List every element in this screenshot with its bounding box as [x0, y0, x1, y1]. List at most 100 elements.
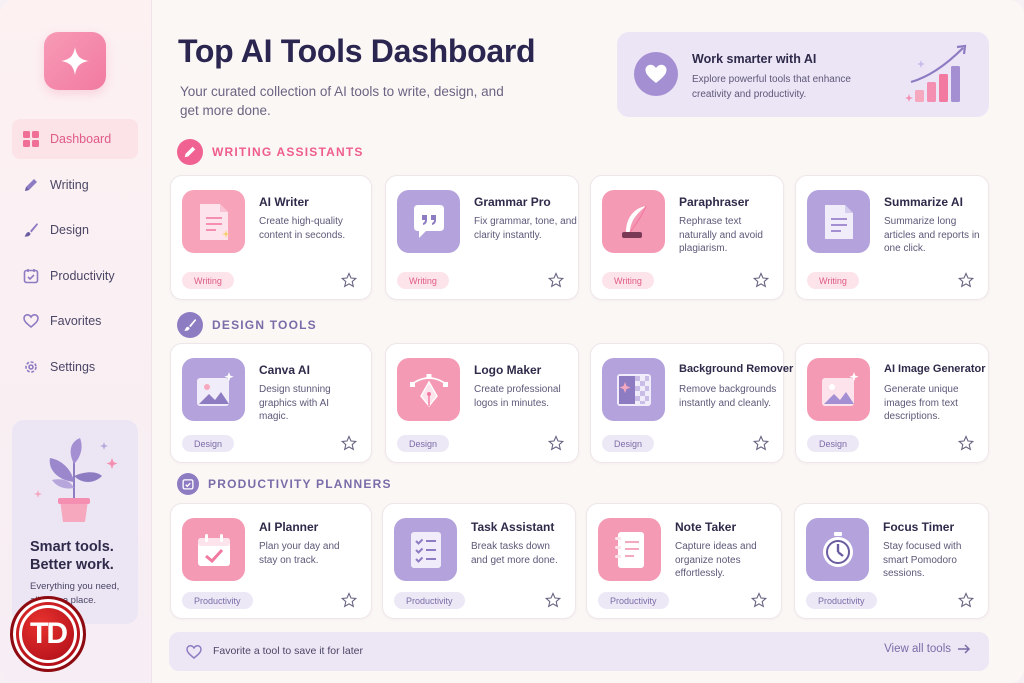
section-header-productivity: PRODUCTIVITY PLANNERS: [177, 473, 392, 495]
calendar-check-icon: [22, 267, 40, 285]
star-icon[interactable]: [753, 435, 769, 451]
sidebar-nav: Dashboard Writing Design Productivity Fa…: [12, 119, 138, 392]
star-icon[interactable]: [548, 272, 564, 288]
card-title: Grammar Pro: [474, 195, 551, 209]
calendar-check-icon: [177, 473, 199, 495]
category-tag: Productivity: [394, 592, 465, 609]
star-icon[interactable]: [341, 272, 357, 288]
hero-subtitle: Explore powerful tools that enhance crea…: [692, 74, 851, 100]
star-icon[interactable]: [958, 435, 974, 451]
promo-card: Smart tools. Better work. Everything you…: [12, 420, 138, 624]
summary-doc-icon: [807, 190, 870, 253]
card-description: Summarize long articles and reports in o…: [884, 216, 980, 254]
card-description: Create high-quality content in seconds.: [259, 216, 346, 241]
card-description: Fix grammar, tone, and clarity instantly…: [474, 216, 577, 241]
grid-icon: [22, 130, 40, 148]
star-icon[interactable]: [751, 592, 767, 608]
sidebar-item-label: Writing: [50, 177, 89, 192]
tool-card-logo-maker[interactable]: Logo Maker Create professional logos in …: [385, 343, 579, 463]
tool-card-paraphraser[interactable]: Paraphraser Rephrase text naturally and …: [590, 175, 784, 300]
notebook-icon: [598, 518, 661, 581]
tool-card-task-assistant[interactable]: Task Assistant Break tasks down and get …: [382, 503, 576, 619]
card-description: Generate unique images from text descrip…: [884, 384, 959, 422]
card-title: Focus Timer: [883, 520, 955, 534]
sidebar-item-settings[interactable]: Settings: [12, 347, 138, 387]
card-description: Capture ideas and organize notes effortl…: [675, 541, 757, 579]
card-description: Design stunning graphics with AI magic.: [259, 384, 331, 422]
category-tag: Design: [182, 435, 235, 452]
star-icon[interactable]: [545, 592, 561, 608]
card-title: AI Image Generator: [884, 363, 986, 375]
section-label: DESIGN TOOLS: [212, 318, 317, 332]
tool-card-ai-planner[interactable]: AI Planner Plan your day and stay on tra…: [170, 503, 372, 619]
card-title: Summarize AI: [884, 195, 963, 209]
brush-icon: [22, 221, 40, 239]
tool-card-canva-ai[interactable]: Canva AI Design stunning graphics with A…: [170, 343, 372, 463]
brush-icon: [177, 312, 203, 338]
star-icon[interactable]: [958, 272, 974, 288]
hero-banner: Work smarter with AI Explore powerful to…: [617, 32, 989, 117]
heart-icon: [22, 312, 40, 330]
image-sparkle-icon: [182, 358, 245, 421]
card-description: Plan your day and stay on track.: [259, 541, 340, 566]
view-all-label: View all tools: [884, 643, 951, 655]
sidebar-item-label: Favorites: [50, 314, 102, 328]
category-tag: Design: [397, 435, 450, 452]
app-logo[interactable]: [44, 32, 106, 90]
sidebar-item-label: Productivity: [50, 268, 115, 283]
heart-icon: [634, 52, 678, 96]
gear-icon: [22, 358, 40, 376]
page-title: Top AI Tools Dashboard: [178, 33, 536, 69]
quote-icon: [397, 190, 460, 253]
sparkle-icon: [61, 47, 89, 75]
star-icon[interactable]: [341, 592, 357, 608]
hero-title: Work smarter with AI: [692, 52, 817, 66]
tool-card-summarize-ai[interactable]: Summarize AI Summarize long articles and…: [795, 175, 989, 300]
tool-card-ai-writer[interactable]: AI Writer Create high-quality content in…: [170, 175, 372, 300]
category-tag: Productivity: [806, 592, 877, 609]
category-tag: Writing: [397, 272, 449, 289]
tool-card-grammar-pro[interactable]: Grammar Pro Fix grammar, tone, and clari…: [385, 175, 579, 300]
card-description: Stay focused with smart Pomodoro session…: [883, 541, 962, 579]
sidebar-item-productivity[interactable]: Productivity: [12, 256, 138, 296]
category-tag: Writing: [807, 272, 859, 289]
pen-tool-icon: [397, 358, 460, 421]
promo-title: Smart tools. Better work.: [30, 539, 114, 573]
view-all-tools-link[interactable]: View all tools: [884, 643, 971, 655]
section-label: PRODUCTIVITY PLANNERS: [208, 477, 392, 491]
page-subtitle: Your curated collection of AI tools to w…: [180, 84, 504, 118]
tool-card-focus-timer[interactable]: Focus Timer Stay focused with smart Pomo…: [794, 503, 989, 619]
footer-bar: Favorite a tool to save it for later Vie…: [169, 632, 989, 671]
tool-card-ai-image-generator[interactable]: AI Image Generator Generate unique image…: [795, 343, 989, 463]
section-header-design: DESIGN TOOLS: [177, 312, 317, 338]
image-sparkle-icon: [807, 358, 870, 421]
growth-chart-icon: [905, 44, 967, 102]
tool-card-note-taker[interactable]: Note Taker Capture ideas and organize no…: [586, 503, 782, 619]
transparency-icon: [602, 358, 665, 421]
app-window: Dashboard Writing Design Productivity Fa…: [0, 0, 1024, 683]
card-title: Background Remover: [679, 363, 794, 375]
star-icon[interactable]: [341, 435, 357, 451]
heart-icon: [186, 645, 202, 659]
arrow-right-icon: [958, 644, 971, 654]
calendar-check-icon: [182, 518, 245, 581]
tool-card-background-remover[interactable]: Background Remover Remove backgrounds in…: [590, 343, 793, 463]
star-icon[interactable]: [548, 435, 564, 451]
card-title: Task Assistant: [471, 520, 555, 534]
sidebar-item-writing[interactable]: Writing: [12, 165, 138, 205]
star-icon[interactable]: [753, 272, 769, 288]
card-title: Logo Maker: [474, 363, 542, 377]
sidebar-item-label: Design: [50, 223, 89, 237]
card-description: Break tasks down and get more done.: [471, 541, 558, 566]
star-icon[interactable]: [958, 592, 974, 608]
footer-hint: Favorite a tool to save it for later: [213, 645, 363, 657]
card-description: Remove backgrounds instantly and cleanly…: [679, 384, 777, 409]
sidebar-item-design[interactable]: Design: [12, 210, 138, 250]
category-tag: Productivity: [598, 592, 669, 609]
card-title: AI Planner: [259, 520, 319, 534]
sidebar-item-label: Settings: [50, 359, 96, 374]
checklist-icon: [394, 518, 457, 581]
plant-illustration: [34, 438, 118, 522]
sidebar-item-dashboard[interactable]: Dashboard: [12, 119, 138, 159]
sidebar-item-favorites[interactable]: Favorites: [12, 301, 138, 341]
